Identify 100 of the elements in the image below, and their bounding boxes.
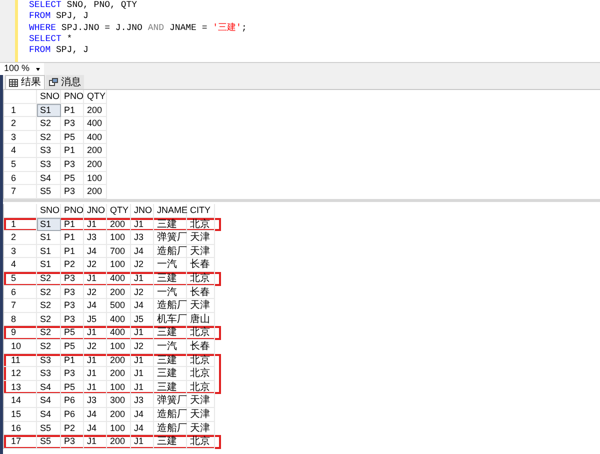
table-cell: 北京 [187, 218, 215, 232]
table-cell: J2 [131, 286, 154, 300]
row-number: 4 [4, 144, 37, 158]
column-header: QTY [84, 90, 107, 104]
table-cell: J2 [131, 258, 154, 272]
table-cell: P3 [61, 117, 84, 131]
table-cell: 100 [107, 422, 131, 436]
table-cell: 天津 [187, 231, 215, 245]
table-cell: 400 [107, 312, 131, 326]
table-cell: 200 [84, 144, 107, 158]
table-cell: S4 [37, 172, 61, 186]
row-number: 3 [4, 244, 37, 258]
table-cell: 三建 [154, 367, 187, 381]
table-cell: S3 [37, 367, 61, 381]
table-cell: S2 [37, 299, 61, 313]
table-cell: P3 [61, 286, 84, 300]
table-cell: J1 [131, 354, 154, 368]
table-cell: 北京 [187, 367, 215, 381]
table-cell: P1 [61, 244, 84, 258]
column-header: JNO [131, 204, 154, 218]
table-cell: 200 [107, 286, 131, 300]
table-cell: P3 [61, 272, 84, 286]
row-number: 10 [4, 340, 37, 354]
table-cell: 100 [107, 340, 131, 354]
column-header: PNO [61, 90, 84, 104]
table-cell: J2 [131, 340, 154, 354]
table-cell: P5 [61, 326, 84, 340]
table-cell: J1 [131, 435, 154, 449]
table-cell: S3 [37, 158, 61, 172]
zoom-dropdown[interactable]: 100 % [0, 63, 44, 75]
row-number: 16 [4, 422, 37, 436]
row-number: 9 [4, 326, 37, 340]
table-cell: 一汽 [154, 340, 187, 354]
table-cell: J3 [131, 394, 154, 408]
sql-editor[interactable]: SELECT SNO, PNO, QTY FROM SPJ, J WHERE SPJ.JNO = J.JNO AND JNAME = '三建'; SELECT * FROM SPJ, J [0, 0, 600, 62]
table-cell: 400 [107, 272, 131, 286]
table-cell: S3 [37, 144, 61, 158]
table-cell: J4 [84, 422, 107, 436]
row-number: 5 [4, 158, 37, 172]
result-tab[interactable]: 结果 [5, 75, 45, 89]
table-cell: 三建 [154, 435, 187, 449]
table-cell: J1 [84, 380, 107, 394]
table-cell: S1 [37, 258, 61, 272]
table-cell: 弹簧厂 [154, 394, 187, 408]
table-cell: 200 [107, 435, 131, 449]
table-cell: 200 [84, 185, 107, 199]
table-cell: 400 [84, 130, 107, 144]
table-cell: P3 [61, 185, 84, 199]
table-cell: S5 [37, 185, 61, 199]
table-cell: S1 [37, 231, 61, 245]
table-cell: 天津 [187, 299, 215, 313]
column-header: JNO [84, 204, 107, 218]
table-cell: P1 [61, 231, 84, 245]
table-cell: 天津 [187, 394, 215, 408]
table-cell: 300 [107, 394, 131, 408]
code-line: SELECT * [29, 34, 74, 46]
table-cell: 天津 [187, 244, 215, 258]
table-cell: 400 [84, 117, 107, 131]
table-cell: P1 [61, 104, 84, 118]
row-number: 5 [4, 272, 37, 286]
table-cell: J4 [131, 422, 154, 436]
table-cell: J4 [131, 299, 154, 313]
code-line: FROM SPJ, J [29, 45, 90, 56]
table-cell: 200 [107, 354, 131, 368]
column-header: JNAME [154, 204, 187, 218]
table-cell: S2 [37, 117, 61, 131]
table-cell: 弹簧厂 [154, 231, 187, 245]
result-tab[interactable]: 消息 [46, 75, 84, 89]
code-line: WHERE SPJ.JNO = J.JNO AND JNAME = '三建'; [29, 22, 247, 34]
code-line: SELECT SNO, PNO, QTY [29, 0, 138, 12]
row-number: 7 [4, 299, 37, 313]
table-cell: P6 [61, 408, 84, 422]
table-cell: 三建 [154, 380, 187, 394]
table-cell: P1 [61, 218, 84, 232]
table-cell: 造船厂 [154, 299, 187, 313]
row-number: 7 [4, 185, 37, 199]
table-cell: 长春 [187, 258, 215, 272]
row-number: 11 [4, 354, 37, 368]
row-number: 2 [4, 117, 37, 131]
table-cell: J4 [84, 299, 107, 313]
table-cell: S2 [37, 326, 61, 340]
table-cell: 三建 [154, 354, 187, 368]
table-cell: P5 [61, 172, 84, 186]
row-number: 12 [4, 367, 37, 381]
table-cell: 造船厂 [154, 408, 187, 422]
column-header: QTY [107, 204, 131, 218]
table-cell: 200 [107, 408, 131, 422]
table-cell: J1 [84, 354, 107, 368]
table-cell: 北京 [187, 435, 215, 449]
message-icon [49, 78, 58, 86]
table-cell: P5 [61, 380, 84, 394]
row-number: 6 [4, 172, 37, 186]
table-cell: 天津 [187, 422, 215, 436]
table-cell: J5 [84, 312, 107, 326]
table-cell: P3 [61, 312, 84, 326]
table-cell: J1 [84, 367, 107, 381]
table-cell: 200 [107, 218, 131, 232]
column-header: CITY [187, 204, 215, 218]
table-cell: 100 [107, 380, 131, 394]
table-cell: 400 [107, 326, 131, 340]
